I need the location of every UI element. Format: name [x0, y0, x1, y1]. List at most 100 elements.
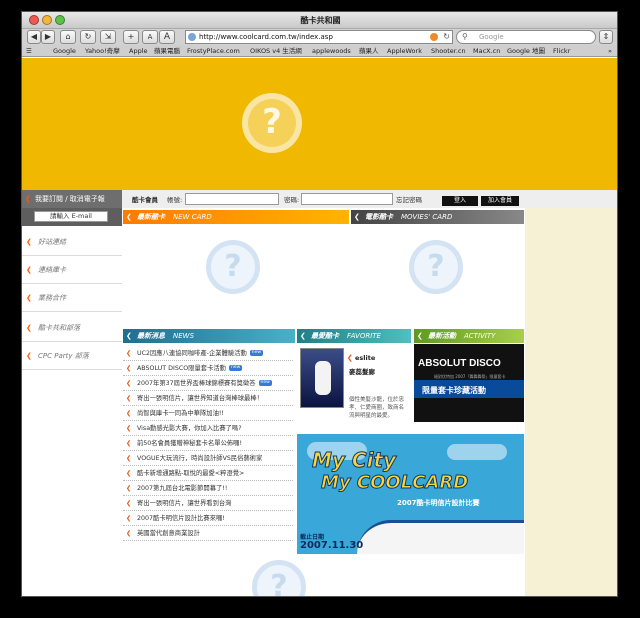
arrow-left-icon: ❮ — [126, 485, 132, 492]
arrow-left-icon: ❮ — [126, 365, 132, 372]
arrow-left-icon: ❮ — [126, 440, 132, 447]
search-field[interactable]: ⚲ Google — [456, 30, 596, 44]
news-item[interactable]: ❮ 2007第九屆台北電影節開幕了!! — [123, 481, 293, 496]
arrow-left-icon: ❮ — [126, 380, 132, 387]
arrow-left-icon: ❮ — [26, 294, 32, 302]
nav-item-blog[interactable]: ❮ 酷卡共和部落 — [22, 314, 122, 342]
news-text: 尚智與庫卡一同為中華隊加油!! — [137, 410, 224, 417]
bookmark-item[interactable]: applewoods — [312, 45, 351, 56]
home-button[interactable]: ⌂ — [60, 30, 76, 44]
site-favicon-icon — [188, 33, 196, 41]
rss-icon[interactable] — [430, 33, 438, 41]
bookmark-item[interactable]: Google — [53, 45, 76, 56]
arrow-left-icon: ❮ — [126, 410, 132, 417]
email-input[interactable]: 請輸入 E-mail — [34, 211, 108, 222]
join-member-button[interactable]: 加入會員 — [481, 196, 519, 206]
bookmark-item[interactable]: AppleWork — [387, 45, 422, 56]
reload-icon: ↻ — [84, 32, 92, 41]
my-city-contest-banner[interactable]: My City My COOLCARD 2007酷卡明信片設計比賽 截止日期 2… — [297, 434, 524, 554]
back-button[interactable]: ◀ — [27, 30, 41, 44]
arrow-left-icon: ❮ — [26, 352, 32, 360]
snapback-icon: ⇲ — [104, 32, 112, 41]
favorite-card-image[interactable] — [300, 348, 344, 408]
nav-item-cpc-party[interactable]: ❮ CPC Party 部落 — [22, 342, 122, 370]
nav-label: CPC Party 部落 — [38, 352, 89, 360]
news-item[interactable]: ❮ 2007年第37屆世界盃棒球錦標賽有獎徵答 new — [123, 376, 293, 391]
search-placeholder: Google — [479, 33, 504, 41]
bookmark-item[interactable]: FrostyPlace.com — [187, 45, 240, 56]
news-text: VOGUE大玩流行，時尚設計師VS民俗藝術家 — [137, 455, 263, 462]
news-item[interactable]: ❮ ABSOLUT DISCO限量套卡活動 new — [123, 361, 293, 376]
news-item[interactable]: ❮ VOGUE大玩流行，時尚設計師VS民俗藝術家 — [123, 451, 293, 466]
font-larger-button[interactable]: A — [159, 30, 175, 44]
nav-item-contact[interactable]: ❮ 連絡庫卡 — [22, 256, 122, 284]
address-bar[interactable]: http://www.coolcard.com.tw/index.asp ↻ — [185, 30, 453, 44]
news-item[interactable]: ❮ 尚智與庫卡一同為中華隊加油!! — [123, 406, 293, 421]
login-button[interactable]: 登入 — [442, 196, 478, 206]
contest-title-line2: My COOLCARD — [320, 472, 469, 494]
arrow-left-icon: ❮ — [354, 213, 360, 221]
section-title-cn: 最新酷卡 — [137, 213, 165, 221]
news-item[interactable]: ❮ 寄出一張明信片，讓世界知道台灣棒球最棒！ — [123, 391, 293, 406]
arrow-left-icon: ❮ — [126, 500, 132, 507]
bookmark-item[interactable]: OIKOS v4 生活網 — [250, 45, 302, 56]
bookmark-item[interactable]: Shooter.cn — [431, 45, 466, 56]
news-item[interactable]: ❮ Visa動感光影大賽，你加入比賽了嗎? — [123, 421, 293, 436]
nav-item-business[interactable]: ❮ 業務合作 — [22, 284, 122, 312]
absolut-disco-banner[interactable]: ABSOLUT DISCO 絕對伏特加 2007「舞舞舞祭」限量套卡 限量套卡珍… — [414, 344, 524, 422]
placeholder-question-icon: ? — [242, 93, 302, 153]
home-icon: ⌂ — [65, 32, 71, 41]
news-item[interactable]: ❮ 前50名會員獲贈神秘套卡名單公佈囉! — [123, 436, 293, 451]
browser-window: 酷卡共和國 ◀ ▶ ⌂ ↻ ⇲ + A A http://www.coolcar… — [21, 11, 618, 597]
nav-item-links[interactable]: ❮ 好站連結 — [22, 228, 122, 256]
bottom-placeholder-icon[interactable]: ? — [252, 560, 306, 596]
bookmark-menu-button[interactable]: ⇕ — [599, 30, 613, 44]
bookmark-menu-icon: ⇕ — [602, 32, 610, 41]
deadline-date: 2007.11.30 — [300, 540, 364, 551]
arrow-left-icon: ❮ — [26, 238, 32, 246]
news-text: 酷卡新增通路點-取悅的最愛<粹澄覺> — [137, 470, 245, 477]
news-text: 2007酷卡明信片設計比賽來囉! — [137, 515, 225, 522]
movies-card-placeholder-icon[interactable]: ? — [409, 240, 463, 294]
bookmark-item[interactable]: Flickr — [553, 45, 570, 56]
window-title: 酷卡共和國 — [300, 16, 341, 25]
news-item[interactable]: ❮ 2007酷卡明信片設計比賽來囉! — [123, 511, 293, 526]
bookmark-item[interactable]: Apple — [129, 45, 148, 56]
new-card-placeholder-icon[interactable]: ? — [206, 240, 260, 294]
font-smaller-button[interactable]: A — [142, 30, 158, 44]
arrow-left-icon: ❮ — [126, 455, 132, 462]
forward-button[interactable]: ▶ — [41, 30, 55, 44]
password-label: 密碼: — [284, 196, 300, 204]
bookmark-item[interactable]: Yahoo!奇摩 — [85, 45, 120, 56]
new-badge-icon: new — [258, 380, 272, 386]
news-item[interactable]: ❮ 寄出一張明信片，讓世界看到台灣 — [123, 496, 293, 511]
address-reload-icon[interactable]: ↻ — [443, 31, 450, 43]
section-title-cn: 電影酷卡 — [365, 213, 393, 221]
bookmarks-overflow-icon[interactable]: » — [608, 45, 612, 56]
favorite-card[interactable]: ❮ eslite 麥蕊髮廊 個性美髮沙龍，位於忠孝、仁愛商圈，致商名流與明星的最… — [297, 344, 411, 434]
bookmark-item[interactable]: Google 地圖 — [507, 45, 545, 56]
show-all-bookmarks-icon[interactable]: ☰ — [26, 45, 32, 56]
arrow-left-icon: ❮ — [126, 530, 132, 537]
account-input[interactable] — [185, 193, 279, 205]
newsletter-subscribe-link[interactable]: ❮ 我要訂閱 / 取消電子報 — [22, 190, 122, 208]
contest-subtitle: 2007酷卡明信片設計比賽 — [397, 499, 480, 507]
section-title-en: NEW CARD — [173, 213, 212, 221]
news-item[interactable]: ❮ UC2因應八連協同咖啡產-企業體驗活動 new — [123, 346, 293, 361]
account-label: 帳號: — [167, 196, 183, 204]
movies-card-header: ❮ 電影酷卡 MOVIES' CARD — [351, 210, 524, 224]
news-item[interactable]: ❮ 英國當代創意商業設計 — [123, 526, 293, 541]
reload-button[interactable]: ↻ — [80, 30, 96, 44]
add-bookmark-button[interactable]: + — [123, 30, 139, 44]
bookmark-item[interactable]: MacX.cn — [473, 45, 500, 56]
password-input[interactable] — [301, 193, 393, 205]
bookmarks-bar: ☰ Google Yahoo!奇摩 Apple 蘋果電腦 FrostyPlace… — [22, 45, 617, 57]
arrow-left-icon: ❮ — [126, 395, 132, 402]
favorite-title[interactable]: 麥蕊髮廊 — [349, 366, 375, 376]
snapback-button[interactable]: ⇲ — [100, 30, 116, 44]
bookmark-item[interactable]: 蘋果電腦 — [154, 45, 180, 56]
news-item[interactable]: ❮ 酷卡新增通路點-取悅的最愛<粹澄覺> — [123, 466, 293, 481]
forgot-password-link[interactable]: 忘記密碼 — [396, 194, 422, 204]
news-header: ❮ 最新消息 NEWS — [123, 329, 295, 343]
bookmark-item[interactable]: 蘋果人 — [359, 45, 379, 56]
